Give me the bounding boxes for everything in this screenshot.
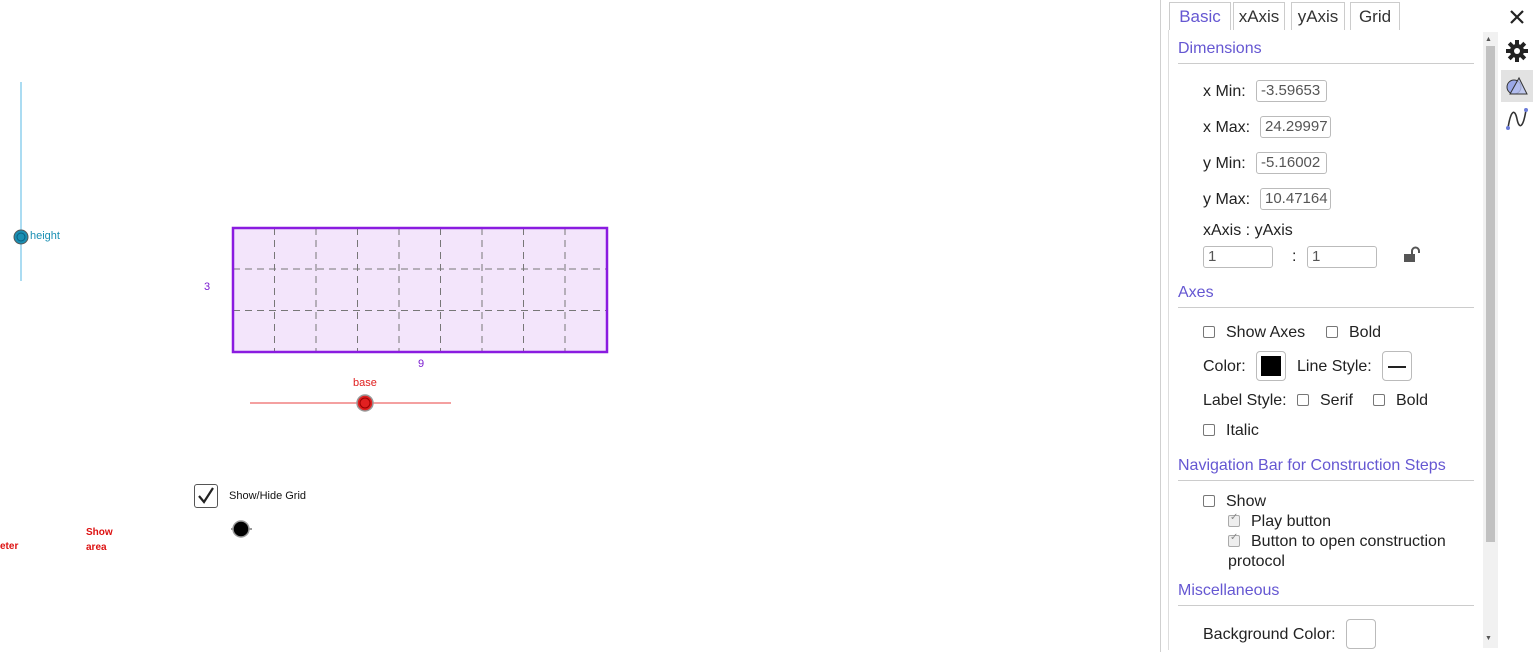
- show-hide-grid-label: Show/Hide Grid: [229, 490, 307, 502]
- unlock-icon[interactable]: [1401, 245, 1421, 265]
- ratio-y-input[interactable]: 1: [1307, 246, 1377, 268]
- show-area-button-text-1[interactable]: Show: [86, 527, 113, 538]
- nav-show-checkbox[interactable]: [1203, 495, 1215, 507]
- show-axes-label: Show Axes: [1226, 324, 1306, 341]
- checkmark-icon: [198, 487, 214, 504]
- tab-xaxis[interactable]: xAxis: [1233, 2, 1285, 30]
- open-protocol-label-2: protocol: [1228, 553, 1285, 570]
- graphics-view-icon[interactable]: [1505, 74, 1529, 98]
- open-protocol-label-1: Button to open construction: [1251, 533, 1446, 550]
- line-style-label: Line Style:: [1297, 358, 1372, 375]
- rectangle-fill[interactable]: [233, 228, 607, 352]
- settings-panel: Basic xAxis yAxis Grid Dimensions x Min:…: [1160, 0, 1536, 652]
- ymin-label: y Min:: [1203, 155, 1246, 172]
- graphics-canvas[interactable]: height 3 9 base Show/Hide Grid eter Show…: [0, 0, 1160, 652]
- algebra-curve-icon[interactable]: [1505, 107, 1529, 131]
- play-button-checkbox[interactable]: [1228, 512, 1240, 527]
- axes-bold-label: Bold: [1349, 324, 1382, 341]
- show-area-button-text-2[interactable]: area: [86, 542, 107, 553]
- perimeter-button-text[interactable]: eter: [0, 541, 18, 552]
- ymin-input[interactable]: -5.16002: [1256, 152, 1327, 174]
- ymax-input[interactable]: 10.47164: [1260, 188, 1331, 210]
- axes-bold-checkbox[interactable]: [1326, 326, 1338, 338]
- label-style-label: Label Style:: [1203, 392, 1287, 409]
- settings-scrollbar[interactable]: ▲ ▼: [1483, 32, 1498, 648]
- axes-color-label: Color:: [1203, 358, 1246, 375]
- italic-label: Italic: [1226, 422, 1259, 439]
- nav-show-label: Show: [1226, 493, 1267, 510]
- xmax-label: x Max:: [1203, 119, 1251, 136]
- tab-grid[interactable]: Grid: [1350, 2, 1400, 30]
- bottom-length-label: 9: [418, 358, 425, 370]
- section-miscellaneous: Miscellaneous: [1178, 582, 1280, 599]
- xmax-input[interactable]: 24.29997: [1260, 116, 1331, 138]
- close-icon[interactable]: [1505, 5, 1529, 29]
- serif-label: Serif: [1320, 392, 1353, 409]
- ratio-x-input[interactable]: 1: [1203, 246, 1273, 268]
- settings-content: Dimensions x Min: -3.59653 x Max: 24.299…: [1168, 30, 1484, 650]
- scroll-up-icon[interactable]: ▲: [1485, 36, 1492, 43]
- line-style-icon: [1388, 366, 1406, 368]
- show-hide-grid-checkbox[interactable]: [194, 484, 218, 508]
- label-bold-checkbox[interactable]: [1373, 394, 1385, 406]
- italic-checkbox[interactable]: [1203, 424, 1215, 436]
- height-slider-label: height: [30, 230, 60, 242]
- background-color-swatch[interactable]: [1346, 619, 1376, 649]
- background-color-label: Background Color:: [1203, 626, 1336, 643]
- xmin-input[interactable]: -3.59653: [1256, 80, 1327, 102]
- tab-yaxis[interactable]: yAxis: [1291, 2, 1345, 30]
- play-button-label: Play button: [1251, 513, 1332, 530]
- section-navigation: Navigation Bar for Construction Steps: [1178, 457, 1446, 474]
- xmin-label: x Min:: [1203, 83, 1246, 100]
- axis-ratio-label: xAxis : yAxis: [1203, 222, 1293, 239]
- side-length-label: 3: [204, 281, 211, 293]
- open-protocol-checkbox[interactable]: [1228, 532, 1240, 547]
- line-style-button[interactable]: [1382, 351, 1412, 381]
- section-axes: Axes: [1178, 284, 1214, 301]
- graphics-svg: [13, 82, 609, 538]
- ymax-label: y Max:: [1203, 191, 1251, 208]
- scroll-down-icon[interactable]: ▼: [1485, 635, 1492, 642]
- ratio-separator: :: [1292, 248, 1297, 265]
- section-dimensions: Dimensions: [1178, 40, 1262, 57]
- gear-icon[interactable]: [1505, 39, 1529, 63]
- base-slider-label: base: [353, 377, 377, 389]
- serif-checkbox[interactable]: [1297, 394, 1309, 406]
- axes-color-swatch[interactable]: [1256, 351, 1286, 381]
- scrollbar-thumb[interactable]: [1486, 46, 1495, 542]
- show-axes-checkbox[interactable]: [1203, 326, 1215, 338]
- tab-basic[interactable]: Basic: [1169, 2, 1231, 30]
- label-bold-label: Bold: [1396, 392, 1429, 409]
